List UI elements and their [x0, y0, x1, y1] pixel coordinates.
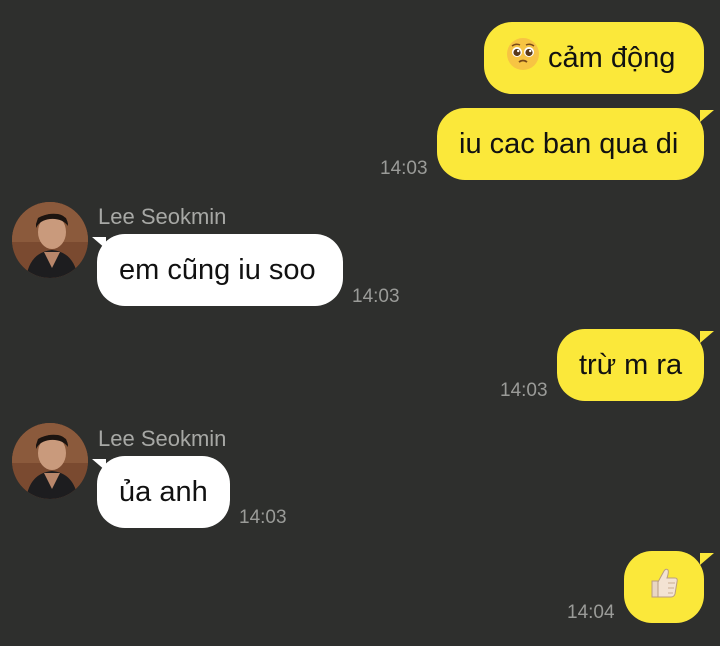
outgoing-message-bubble[interactable] [624, 551, 704, 623]
avatar[interactable] [12, 423, 88, 499]
sender-name: Lee Seokmin [98, 204, 227, 229]
message-text: iu cac ban qua di [459, 127, 679, 160]
bubble-tail [700, 331, 714, 343]
message-text: em cũng iu soo [119, 253, 316, 286]
bubble-tail [700, 110, 714, 122]
sender-name: Lee Seokmin [98, 426, 227, 451]
pleading-face-icon [506, 37, 540, 79]
incoming-message-bubble[interactable]: em cũng iu soo [97, 234, 343, 306]
bubble-tail [700, 553, 714, 565]
chat-thread: cảm động 14:03 iu cac ban qua di Lee Seo… [0, 0, 720, 646]
avatar[interactable] [12, 202, 88, 278]
outgoing-message-bubble[interactable]: iu cac ban qua di [437, 108, 704, 180]
incoming-message-bubble[interactable]: ủa anh [97, 456, 230, 528]
message-timestamp: 14:03 [380, 158, 428, 179]
message-text: cảm động [548, 41, 676, 74]
message-timestamp: 14:03 [500, 380, 548, 401]
message-text: ủa anh [119, 475, 208, 508]
thumbs-up-icon [646, 565, 682, 609]
outgoing-message-bubble[interactable]: cảm động [484, 22, 704, 94]
message-timestamp: 14:04 [567, 602, 615, 623]
outgoing-message-bubble[interactable]: trừ m ra [557, 329, 704, 401]
message-text: trừ m ra [579, 348, 683, 381]
message-timestamp: 14:03 [239, 507, 287, 528]
message-timestamp: 14:03 [352, 286, 400, 307]
